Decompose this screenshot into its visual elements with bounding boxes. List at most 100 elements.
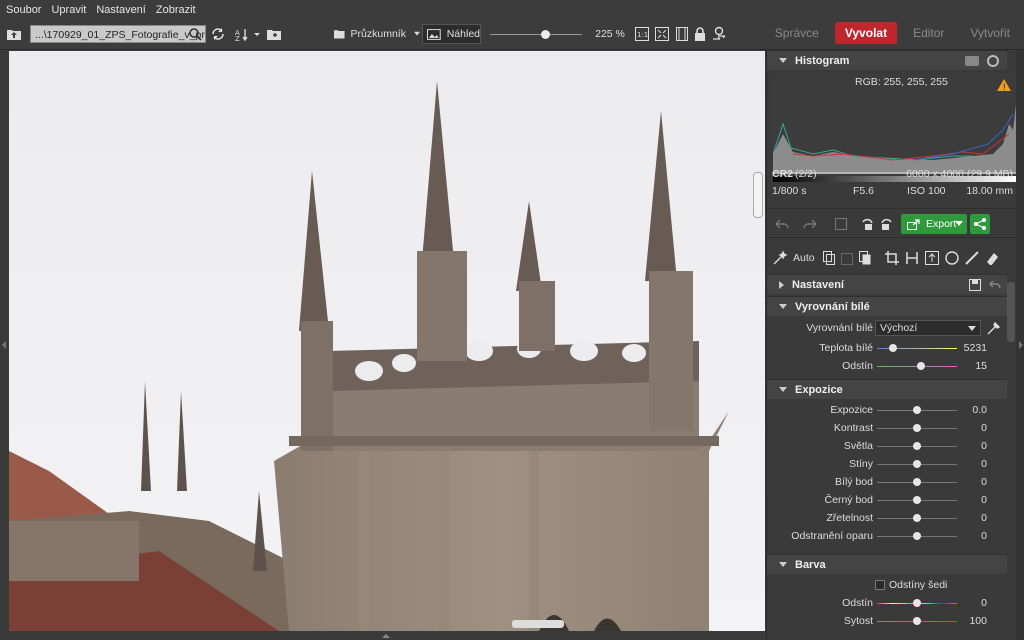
clarity-row: Zřetelnost 0 — [767, 510, 1007, 528]
tab-editor[interactable]: Editor — [903, 22, 954, 46]
sort-icon[interactable]: AZ — [234, 25, 262, 43]
saturation-knob[interactable] — [913, 617, 921, 625]
hue-label: Odstín — [842, 597, 873, 609]
browser-dropdown[interactable]: Průzkumník — [334, 25, 420, 43]
duplicate-icon[interactable] — [859, 251, 871, 265]
menu-zobrazit[interactable]: Zobrazit — [156, 4, 196, 16]
panel-scrollbar[interactable] — [1007, 282, 1015, 342]
grayscale-checkbox[interactable] — [875, 580, 885, 590]
camera-icon[interactable] — [965, 56, 979, 66]
paste-icon[interactable] — [841, 251, 853, 265]
menu-upravit[interactable]: Upravit — [51, 4, 86, 16]
contrast-value: 0 — [981, 422, 987, 434]
zoom-1to1-icon[interactable]: 1:1 — [634, 25, 650, 43]
refresh-icon[interactable] — [210, 25, 226, 43]
save-icon[interactable] — [969, 279, 981, 291]
shadows-knob[interactable] — [913, 460, 921, 468]
file-format: CR2 — [772, 168, 794, 180]
copy-icon[interactable] — [823, 251, 835, 265]
clarity-knob[interactable] — [913, 514, 921, 522]
horizontal-scrollbar[interactable] — [512, 620, 564, 628]
tab-spravce[interactable]: Správce — [765, 22, 829, 46]
zoom-slider-knob[interactable] — [541, 30, 551, 39]
rotate-left-icon[interactable] — [861, 218, 875, 230]
exposure-header[interactable]: Expozice — [767, 379, 1007, 399]
upright-icon[interactable] — [925, 251, 939, 265]
clarity-label: Zřetelnost — [826, 512, 873, 524]
wb-temp-knob[interactable] — [889, 344, 897, 352]
filmstrip-icon[interactable] — [674, 25, 690, 43]
tool-bar: Auto — [767, 246, 1017, 272]
color-header[interactable]: Barva — [767, 554, 1007, 574]
highlights-label: Světla — [843, 440, 873, 452]
export-icon — [907, 218, 920, 230]
chevron-down-icon — [968, 326, 976, 331]
folder-up-icon[interactable] — [6, 26, 22, 42]
dehaze-knob[interactable] — [913, 532, 921, 540]
settings-circle-icon[interactable] — [987, 55, 999, 67]
black-point-value: 0 — [981, 494, 987, 506]
hue-knob[interactable] — [913, 599, 921, 607]
highlights-knob[interactable] — [913, 442, 921, 450]
eraser-icon[interactable] — [985, 251, 999, 265]
copy-settings-icon[interactable] — [835, 218, 847, 230]
chevron-down-icon — [955, 221, 963, 226]
tab-vyvolat[interactable]: Vyvolat — [834, 22, 898, 44]
zoom-fit-icon[interactable] — [654, 25, 670, 43]
white-point-label: Bílý bod — [835, 476, 873, 488]
photo-viewer[interactable] — [9, 51, 765, 631]
develop-panel: Histogram RGB: 255, 255, 255 ! CR2 (2/2)… — [766, 50, 1017, 640]
eyedropper-icon[interactable] — [987, 321, 1001, 335]
white-point-row: Bílý bod 0 — [767, 474, 1007, 492]
auto-label[interactable]: Auto — [793, 252, 815, 264]
bottom-strip[interactable] — [9, 631, 765, 640]
warning-icon[interactable]: ! — [996, 78, 1012, 92]
search-icon[interactable] — [188, 27, 202, 41]
exposure-knob[interactable] — [913, 406, 921, 414]
histogram-title: Histogram — [795, 54, 850, 67]
export-button[interactable]: Export — [901, 214, 967, 234]
export-label: Export — [926, 218, 957, 230]
left-panel-collapsed[interactable] — [0, 50, 9, 640]
settings-title: Nastavení — [792, 278, 844, 291]
wb-preset-select[interactable]: Výchozí — [875, 320, 981, 336]
lock-icon[interactable] — [692, 25, 708, 43]
reset-icon[interactable] — [989, 279, 1001, 291]
vertical-scrollbar[interactable] — [753, 172, 763, 218]
settings-header[interactable]: Nastavení — [767, 274, 1007, 294]
zoom-slider-track[interactable] — [490, 34, 582, 35]
saturation-row: Sytost 100 — [767, 613, 1007, 631]
black-point-knob[interactable] — [913, 496, 921, 504]
right-panel-edge[interactable] — [1016, 50, 1024, 640]
straighten-icon[interactable] — [905, 251, 919, 265]
wb-tint-knob[interactable] — [917, 362, 925, 370]
white-point-knob[interactable] — [913, 478, 921, 486]
tab-vytvorit[interactable]: Vytvořit — [960, 22, 1020, 46]
compare-icon[interactable] — [710, 25, 728, 43]
auto-wand-icon[interactable] — [773, 251, 787, 265]
dehaze-value: 0 — [981, 530, 987, 542]
new-folder-icon[interactable] — [266, 26, 282, 42]
wb-temp-label: Teplota bílé — [819, 342, 873, 354]
histogram-header[interactable]: Histogram — [767, 50, 1007, 70]
share-button[interactable] — [970, 214, 990, 234]
undo-icon[interactable] — [775, 218, 789, 230]
preview-toggle[interactable]: Náhled — [422, 24, 481, 44]
menu-nastaveni[interactable]: Nastavení — [96, 4, 146, 16]
white-balance-header[interactable]: Vyrovnání bílé — [767, 296, 1007, 316]
crop-icon[interactable] — [885, 251, 899, 265]
redo-icon[interactable] — [803, 218, 817, 230]
path-field[interactable]: ...\170929_01_ZPS_Fotografie_v_proti — [30, 25, 206, 43]
brush-icon[interactable] — [965, 251, 979, 265]
clarity-value: 0 — [981, 512, 987, 524]
exposure-label: Expozice — [830, 404, 873, 416]
wb-preset-value: Výchozí — [880, 322, 918, 334]
share-icon — [974, 218, 986, 230]
rotate-right-icon[interactable] — [879, 218, 893, 230]
collapse-icon — [779, 58, 787, 63]
shadows-label: Stíny — [849, 458, 873, 470]
menu-soubor[interactable]: Soubor — [6, 4, 41, 16]
radial-filter-icon[interactable] — [945, 251, 959, 265]
contrast-knob[interactable] — [913, 424, 921, 432]
image-icon — [427, 28, 441, 40]
